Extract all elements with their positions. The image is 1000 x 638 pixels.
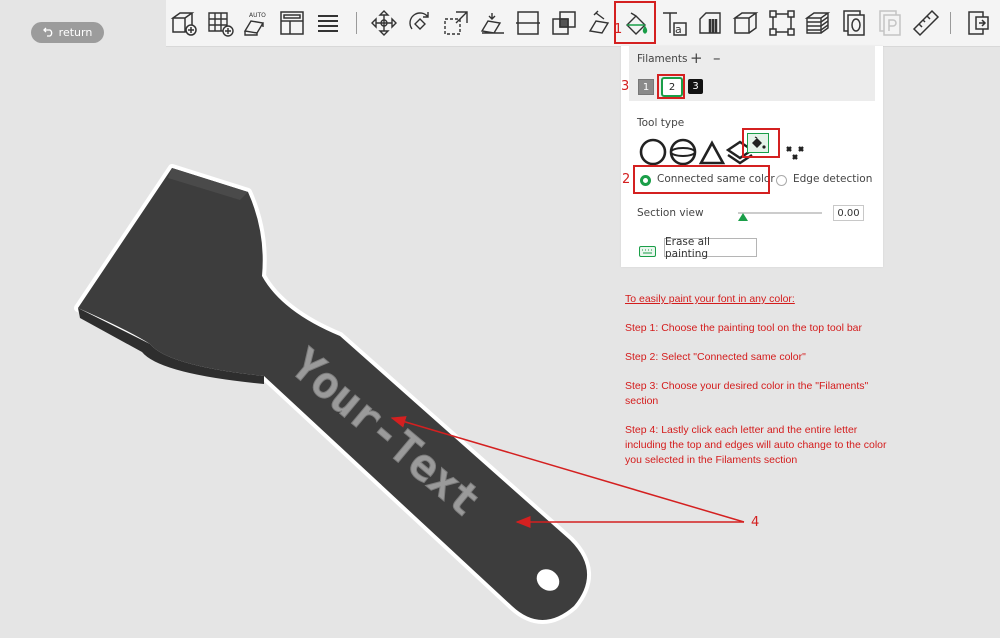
embossed-text: Your-Text <box>281 339 490 526</box>
scraper-model[interactable]: Your-Text <box>0 0 1000 638</box>
